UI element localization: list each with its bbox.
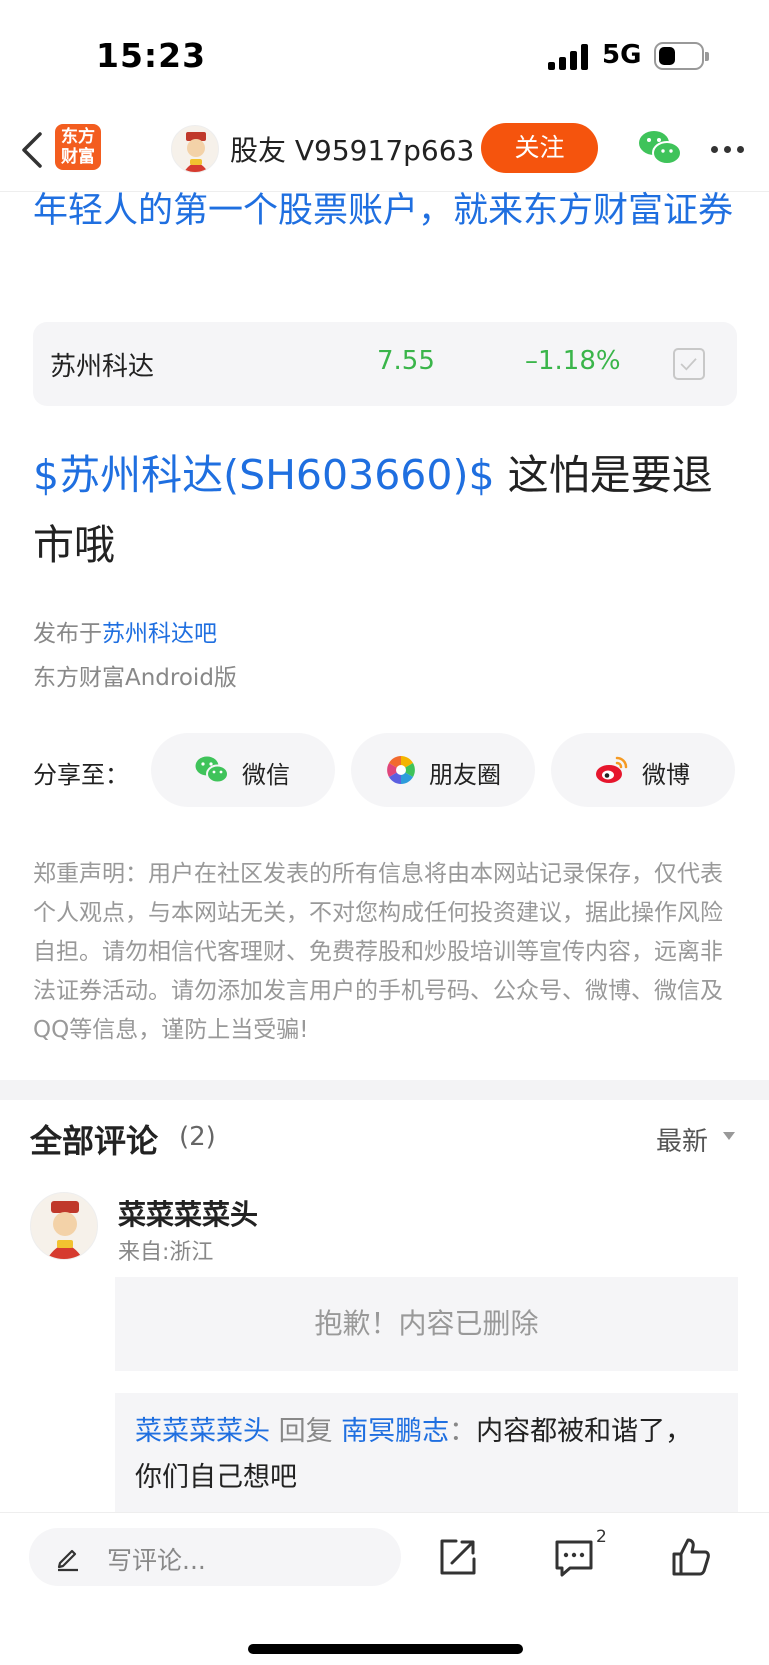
comment-placeholder: 写评论... [107, 1546, 206, 1575]
app-logo[interactable]: 东方 财富 [55, 124, 101, 170]
wechat-share-icon[interactable] [638, 128, 682, 168]
watchlist-checkbox[interactable] [673, 348, 705, 380]
wechat-icon [195, 754, 229, 786]
reply-from-user[interactable]: 菜菜菜菜头 [135, 1416, 270, 1447]
share-wechat-label: 微信 [242, 761, 290, 789]
comment-location: 来自:浙江 [118, 1240, 214, 1265]
stock-price: 7.55 [377, 346, 435, 376]
network-type: 5G [602, 40, 642, 70]
share-label: 分享至： [33, 761, 129, 789]
promo-link[interactable]: 年轻人的第一个股票账户，就来东方财富证券 [33, 184, 733, 238]
reply-separator: ： [449, 1416, 477, 1447]
client-info: 东方财富Android版 [33, 665, 237, 691]
section-divider [0, 1080, 769, 1100]
more-icon[interactable] [711, 146, 745, 156]
post-title: $苏州科达(SH603660)$ 这怕是要退市哦 [33, 440, 743, 580]
share-weibo-button[interactable]: 微博 [551, 733, 735, 807]
comments-title: 全部评论 [30, 1122, 159, 1160]
reply-box[interactable]: 菜菜菜菜头 回复 南冥鹏志：内容都被和谐了，你们自己想吧 [115, 1393, 738, 1513]
pencil-icon [53, 1542, 83, 1572]
weibo-icon [595, 754, 629, 786]
published-in: 发布于苏州科达吧 [33, 614, 217, 648]
caret-down-icon[interactable] [723, 1132, 735, 1140]
moments-icon [385, 754, 419, 786]
avatar[interactable] [171, 125, 219, 173]
status-time: 15:23 [96, 36, 207, 75]
stock-name: 苏州科达 [50, 352, 155, 382]
comment-icon[interactable] [552, 1535, 596, 1579]
comment-count-badge: 2 [596, 1527, 607, 1547]
status-bar: 15:23 5G [0, 0, 769, 110]
share-moments-button[interactable]: 朋友圈 [351, 733, 535, 807]
home-indicator [248, 1644, 523, 1654]
logo-line2: 财富 [61, 147, 95, 167]
deleted-content: 抱歉！内容已删除 [115, 1277, 738, 1371]
comments-count: (2) [179, 1122, 216, 1152]
share-weibo-label: 微博 [642, 761, 690, 789]
stock-change: –1.18% [525, 346, 621, 376]
share-wechat-button[interactable]: 微信 [151, 733, 335, 807]
stock-card[interactable]: 苏州科达 7.55 –1.18% [33, 322, 737, 406]
comment-username[interactable]: 菜菜菜菜头 [118, 1193, 258, 1233]
reply-to-user[interactable]: 南冥鹏志 [341, 1416, 449, 1447]
sort-dropdown[interactable]: 最新 [656, 1121, 708, 1158]
comment-input[interactable]: 写评论... [29, 1528, 401, 1586]
logo-line1: 东方 [61, 127, 95, 147]
comment-avatar[interactable] [30, 1192, 98, 1260]
chevron-left-icon [22, 132, 42, 168]
stock-tag-link[interactable]: $苏州科达(SH603660)$ [33, 451, 495, 499]
follow-button[interactable]: 关注 [481, 123, 598, 173]
battery-icon [654, 42, 709, 70]
reply-verb: 回复 [270, 1416, 342, 1447]
nav-bar: 东方 财富 股友 V95917p663 关注 [0, 110, 769, 192]
like-icon[interactable] [669, 1535, 713, 1579]
share-moments-label: 朋友圈 [429, 761, 501, 789]
bottom-toolbar: 写评论... 2 [0, 1512, 769, 1665]
signal-icon [548, 44, 590, 70]
published-prefix: 发布于 [33, 621, 102, 647]
check-icon [680, 358, 697, 371]
bar-link[interactable]: 苏州科达吧 [102, 621, 217, 647]
share-icon[interactable] [436, 1535, 480, 1579]
disclaimer: 郑重声明：用户在社区发表的所有信息将由本网站记录保存，仅代表个人观点，与本网站无… [33, 861, 723, 1043]
back-button[interactable] [18, 128, 48, 172]
nav-username[interactable]: 股友 V95917p663 [230, 129, 474, 169]
